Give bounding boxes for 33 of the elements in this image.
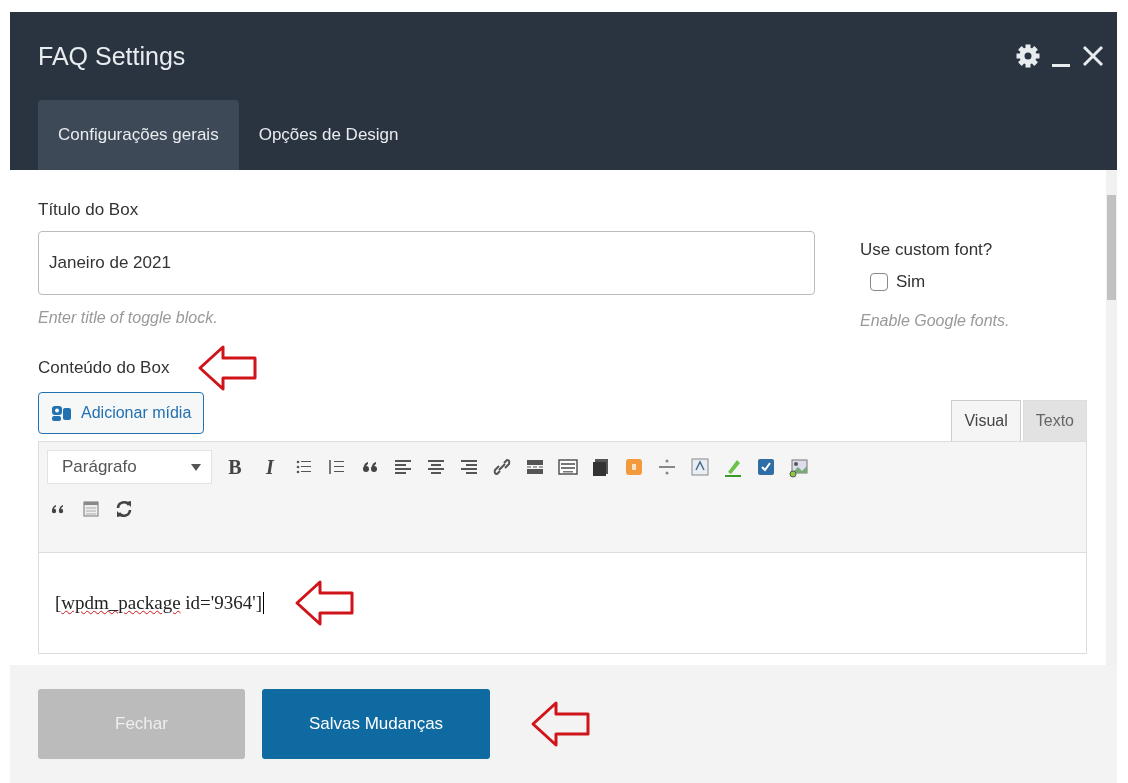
format-dropdown[interactable]: Parágrafo — [47, 450, 212, 484]
link-icon[interactable] — [491, 456, 513, 478]
close-icon[interactable] — [1081, 44, 1105, 68]
add-media-button[interactable]: Adicionar mídia — [38, 392, 205, 434]
settings-icon[interactable] — [1015, 43, 1041, 69]
field-label: Conteúdo do Box — [38, 358, 170, 378]
annotation-arrow — [530, 700, 592, 748]
annotation-arrow — [294, 579, 356, 627]
window-title: FAQ Settings — [38, 41, 187, 71]
editor-tab[interactable]: Texto — [1022, 400, 1087, 441]
editor-text[interactable]: [wpdm_package id='9364'] — [55, 592, 264, 614]
field-hint: Enable Google fonts. — [860, 312, 1010, 330]
text-box-icon[interactable] — [689, 456, 711, 478]
field-label: Use custom font? — [860, 240, 994, 260]
save-button[interactable]: Salvas Mudanças — [262, 689, 490, 759]
checkbox-icon[interactable] — [755, 456, 777, 478]
scrollbar[interactable] — [1106, 170, 1117, 665]
bold-button[interactable]: B — [223, 455, 247, 479]
calendar-icon[interactable] — [80, 498, 102, 520]
field-label: Título do Box — [38, 200, 140, 220]
checkbox-label: Sim — [896, 272, 926, 292]
keyboard-icon[interactable] — [557, 456, 579, 478]
italic-button[interactable]: I — [258, 455, 282, 479]
field-hint: Enter title of toggle block. — [38, 309, 219, 327]
tab[interactable]: Opções de Design — [238, 100, 419, 170]
annotation-arrow — [197, 344, 260, 392]
media-icon — [51, 404, 73, 422]
editor-tab[interactable]: Visual — [951, 400, 1021, 441]
tab[interactable]: Configurações gerais — [38, 100, 239, 170]
caret-icon — [191, 463, 201, 471]
image-map-icon[interactable] — [788, 456, 810, 478]
checkbox[interactable] — [870, 273, 888, 291]
input-field[interactable]: Janeiro de 2021 — [38, 231, 815, 295]
